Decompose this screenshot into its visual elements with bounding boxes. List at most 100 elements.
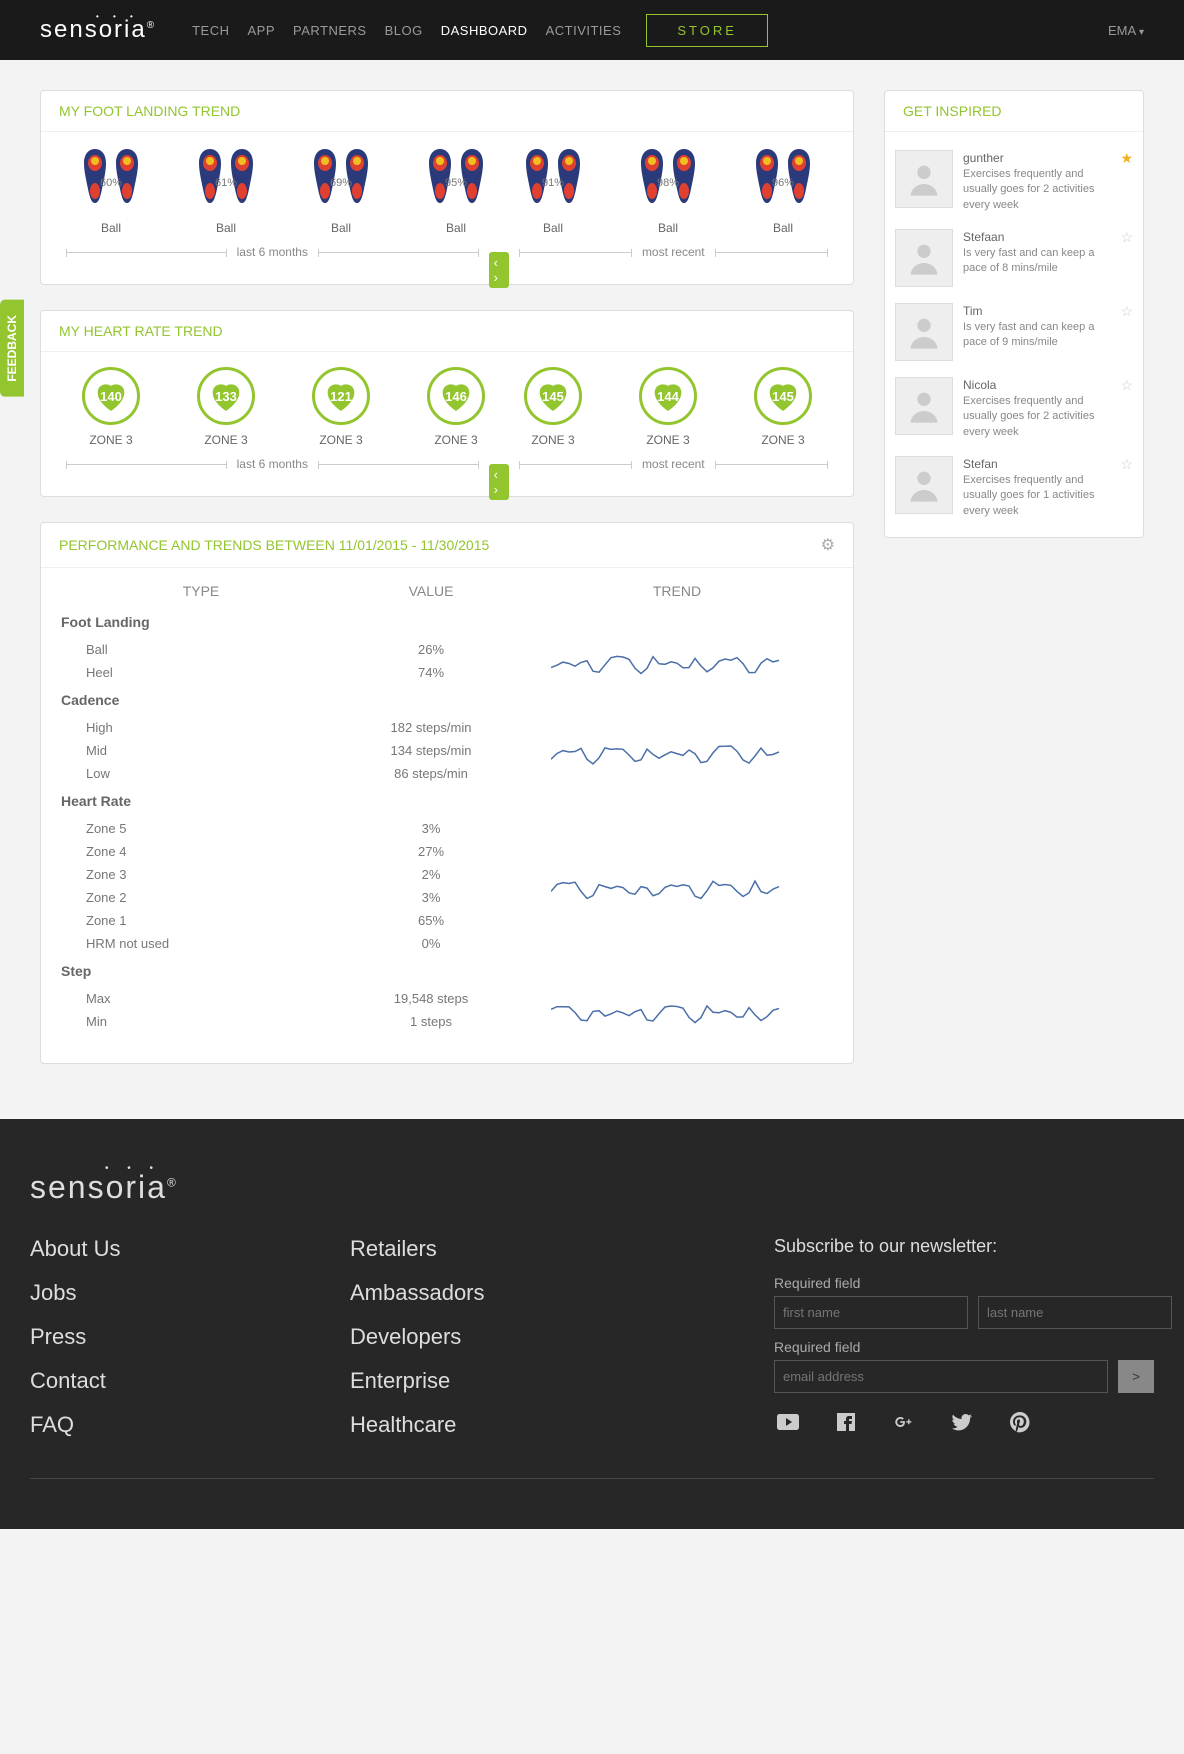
perf-category: Step [61,963,833,979]
trend-nav-arrows[interactable]: ‹ › [489,464,509,500]
perf-row: HRM not used0% [61,932,521,955]
perf-row: Zone 165% [61,909,521,932]
first-name-input[interactable] [774,1296,968,1329]
nav-dashboard[interactable]: DASHBOARD [441,23,528,38]
nav-blog[interactable]: BLOG [385,23,423,38]
caption-last6: last 6 months [227,457,318,471]
heart-item: 145ZONE 3 [508,367,598,447]
footer-link-retailers[interactable]: Retailers [350,1236,630,1262]
col-header-value: VALUE [341,583,521,599]
col-header-type: TYPE [61,583,341,599]
feedback-tab[interactable]: FEEDBACK [0,300,24,397]
subscribe-title: Subscribe to our newsletter: [774,1236,1154,1257]
star-icon[interactable]: ☆ [1120,377,1133,440]
perf-category: Foot Landing [61,614,833,630]
nav-tech[interactable]: TECH [192,23,229,38]
required-label: Required field [774,1339,1154,1355]
pinterest-icon[interactable] [1006,1408,1034,1436]
heart-item: 144ZONE 3 [623,367,713,447]
caption-recent: most recent [632,457,715,471]
panel-title: PERFORMANCE AND TRENDS BETWEEN 11/01/201… [59,537,489,553]
perf-row: High182 steps/min [61,716,521,739]
sparkline [521,638,781,684]
panel-title: GET INSPIRED [903,103,1002,119]
heart-item: 121ZONE 3 [296,367,386,447]
nav-activities[interactable]: ACTIVITIES [546,23,622,38]
heart-rate-panel: MY HEART RATE TREND 140ZONE 3 133ZONE 3 12… [40,310,854,497]
star-icon[interactable]: ☆ [1120,303,1133,361]
footer-link-contact[interactable]: Contact [30,1368,310,1394]
trend-nav-arrows[interactable]: ‹ › [489,252,509,288]
foot-item: 60% Ball [66,147,156,235]
nav-partners[interactable]: PARTNERS [293,23,367,38]
footer-link-faq[interactable]: FAQ [30,1412,310,1438]
star-icon[interactable]: ☆ [1120,229,1133,287]
inspired-person[interactable]: guntherExercises frequently and usually … [895,142,1133,221]
inspired-person[interactable]: StefaanIs very fast and can keep a pace … [895,221,1133,295]
perf-row: Zone 53% [61,817,521,840]
main-nav: TECH APP PARTNERS BLOG DASHBOARD ACTIVITIES [192,23,621,38]
perf-category: Cadence [61,692,833,708]
footer-link-ambassadors[interactable]: Ambassadors [350,1280,630,1306]
perf-row: Max19,548 steps [61,987,521,1010]
foot-item: 95% Ball [411,147,501,235]
avatar [895,456,953,514]
sparkline [521,716,781,785]
perf-row: Zone 32% [61,863,521,886]
avatar [895,303,953,361]
avatar [895,377,953,435]
inspired-person[interactable]: TimIs very fast and can keep a pace of 9… [895,295,1133,369]
col-header-trend: TREND [521,583,833,599]
footer-link-jobs[interactable]: Jobs [30,1280,310,1306]
sparkline [521,817,781,955]
footer-link-healthcare[interactable]: Healthcare [350,1412,630,1438]
foot-item: 96% Ball [738,147,828,235]
heart-item: 133ZONE 3 [181,367,271,447]
footer-link-about-us[interactable]: About Us [30,1236,310,1262]
inspired-person[interactable]: StefanExercises frequently and usually g… [895,448,1133,527]
perf-row: Zone 427% [61,840,521,863]
sparkline [521,987,781,1033]
footer-link-enterprise[interactable]: Enterprise [350,1368,630,1394]
gear-icon[interactable]: ⚙ [821,535,835,555]
inspired-panel: GET INSPIRED guntherExercises frequently… [884,90,1144,538]
foot-item: 61% Ball [181,147,271,235]
heart-item: 140ZONE 3 [66,367,156,447]
user-menu[interactable]: EMA [1108,23,1144,38]
perf-row: Zone 23% [61,886,521,909]
perf-row: Mid134 steps/min [61,739,521,762]
perf-row: Min1 steps [61,1010,521,1033]
footer-link-developers[interactable]: Developers [350,1324,630,1350]
caption-last6: last 6 months [227,245,318,259]
caption-recent: most recent [632,245,715,259]
footer: • • •sensoria® About Us Jobs Press Contact F… [0,1119,1184,1529]
panel-title: MY HEART RATE TREND [59,323,223,339]
panel-title: MY FOOT LANDING TREND [59,103,240,119]
star-icon[interactable]: ★ [1120,150,1133,213]
store-button[interactable]: STORE [646,14,768,47]
subscribe-button[interactable]: > [1118,1360,1154,1393]
twitter-icon[interactable] [948,1408,976,1436]
perf-row: Ball26% [61,638,521,661]
googleplus-icon[interactable] [890,1408,918,1436]
footer-link-press[interactable]: Press [30,1324,310,1350]
foot-item: 91% Ball [508,147,598,235]
youtube-icon[interactable] [774,1408,802,1436]
star-icon[interactable]: ☆ [1120,456,1133,519]
footer-logo[interactable]: • • •sensoria® [30,1169,178,1206]
perf-row: Low86 steps/min [61,762,521,785]
header: • • •sensoria® TECH APP PARTNERS BLOG DASHBO… [0,0,1184,60]
facebook-icon[interactable] [832,1408,860,1436]
heart-item: 146ZONE 3 [411,367,501,447]
brand-logo[interactable]: • • •sensoria® [40,16,162,44]
performance-panel: PERFORMANCE AND TRENDS BETWEEN 11/01/201… [40,522,854,1064]
last-name-input[interactable] [978,1296,1172,1329]
inspired-person[interactable]: NicolaExercises frequently and usually g… [895,369,1133,448]
email-input[interactable] [774,1360,1108,1393]
nav-app[interactable]: APP [247,23,275,38]
heart-item: 145ZONE 3 [738,367,828,447]
foot-landing-panel: MY FOOT LANDING TREND 60% Ball 61% Ball 69… [40,90,854,285]
perf-row: Heel74% [61,661,521,684]
foot-item: 98% Ball [623,147,713,235]
foot-item: 69% Ball [296,147,386,235]
